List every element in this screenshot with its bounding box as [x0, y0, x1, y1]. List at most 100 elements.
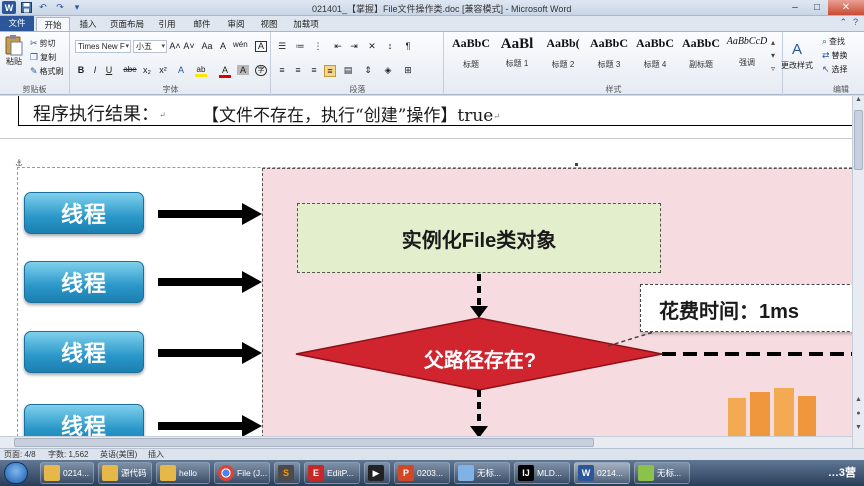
- phonetic-guide-button[interactable]: wén: [233, 40, 248, 49]
- taskbar-item-powerpoint[interactable]: P 0203...: [394, 462, 450, 484]
- page-indicator[interactable]: 页面: 4/8: [4, 449, 36, 460]
- show-marks-icon[interactable]: ¶: [402, 41, 414, 51]
- save-icon[interactable]: [19, 1, 33, 14]
- numbering-icon[interactable]: ≔: [294, 41, 306, 52]
- subscript-button[interactable]: x₂: [141, 65, 153, 75]
- language-indicator[interactable]: 英语(美国): [100, 449, 137, 460]
- tab-file[interactable]: 文件: [0, 16, 34, 31]
- style-heading-1[interactable]: AaBl 标题 1: [495, 36, 539, 76]
- tab-review[interactable]: 审阅: [220, 17, 252, 31]
- taskbar-item-editplus[interactable]: E EditP...: [304, 462, 360, 484]
- tab-mailings[interactable]: 邮件: [186, 17, 218, 31]
- maximize-button[interactable]: □: [806, 0, 828, 15]
- strikethrough-button[interactable]: abe: [121, 65, 139, 74]
- vertical-scroll-thumb[interactable]: [854, 110, 863, 170]
- help-icon[interactable]: ?: [853, 17, 858, 28]
- taskbar-item-media[interactable]: ▶: [364, 462, 390, 484]
- style-subtitle[interactable]: AaBbC 副标题: [679, 36, 723, 76]
- start-button[interactable]: [4, 462, 28, 484]
- word-app-icon[interactable]: W: [2, 1, 16, 14]
- close-button[interactable]: ✕: [828, 0, 864, 15]
- change-case-button[interactable]: Aa: [201, 41, 213, 51]
- style-heading-3[interactable]: AaBbC 标题 3: [587, 36, 631, 76]
- tab-layout[interactable]: 页面布局: [106, 17, 148, 31]
- decrease-indent-icon[interactable]: ⇤: [332, 41, 344, 52]
- select-button[interactable]: ↖ 选择: [822, 64, 848, 75]
- line-spacing-icon[interactable]: ⇕: [362, 65, 374, 76]
- highlight-button[interactable]: ab: [195, 65, 207, 77]
- taskbar-item-chrome[interactable]: File (J...: [214, 462, 270, 484]
- find-button[interactable]: ⌕ 查找: [822, 36, 845, 47]
- underline-button[interactable]: U: [103, 65, 115, 75]
- taskbar-item-source[interactable]: 源代码: [98, 462, 152, 484]
- text-effects-button[interactable]: A: [175, 65, 187, 75]
- superscript-button[interactable]: x²: [157, 65, 169, 75]
- align-center-icon[interactable]: ≡: [292, 65, 304, 75]
- minimize-ribbon-icon[interactable]: ⌃: [839, 17, 847, 28]
- undo-icon[interactable]: ↶: [36, 1, 50, 14]
- font-size-combo[interactable]: 小五: [133, 40, 167, 53]
- tab-insert[interactable]: 插入: [72, 17, 104, 31]
- paste-button[interactable]: 粘贴: [4, 34, 24, 67]
- style-emphasis[interactable]: AaBbCcD 强调: [725, 36, 769, 76]
- word-count[interactable]: 字数: 1,562: [48, 449, 88, 460]
- bullets-icon[interactable]: ☰: [276, 41, 288, 52]
- taskbar-item-paint[interactable]: 无标...: [634, 462, 690, 484]
- system-tray[interactable]: …3营: [828, 464, 856, 480]
- taskbar-item-notepad[interactable]: 无标...: [454, 462, 510, 484]
- shrink-font-button[interactable]: A˅: [183, 41, 195, 51]
- font-name-combo[interactable]: Times New F: [75, 40, 131, 53]
- char-border-button[interactable]: A: [255, 41, 267, 52]
- align-left-icon[interactable]: ≡: [276, 65, 288, 75]
- taskbar-item-hello[interactable]: hello: [156, 462, 210, 484]
- tab-addins[interactable]: 加载项: [286, 17, 326, 31]
- rotation-handle[interactable]: [575, 163, 578, 166]
- redo-icon[interactable]: ↷: [53, 1, 67, 14]
- previous-page-icon[interactable]: ▲: [853, 396, 864, 408]
- tab-references[interactable]: 引用: [150, 17, 184, 31]
- tab-home[interactable]: 开始: [36, 17, 70, 31]
- taskbar-item-sublime[interactable]: S: [274, 462, 300, 484]
- customize-qat-icon[interactable]: ▾: [70, 1, 84, 14]
- horizontal-scroll-thumb[interactable]: [14, 438, 594, 447]
- taskbar-item-intellij[interactable]: IJ MLD...: [514, 462, 570, 484]
- borders-icon[interactable]: ⊞: [402, 65, 414, 76]
- chinese-layout-icon[interactable]: ✕: [366, 41, 378, 52]
- justify-icon[interactable]: ≡: [324, 65, 336, 77]
- horizontal-scrollbar[interactable]: [0, 436, 852, 448]
- distributed-icon[interactable]: ▤: [342, 65, 354, 76]
- taskbar-item-word[interactable]: W 0214...: [574, 462, 630, 484]
- enclose-char-button[interactable]: 字: [255, 65, 267, 76]
- replace-button[interactable]: ⇄ 替换: [822, 50, 848, 61]
- minimize-button[interactable]: –: [784, 0, 806, 15]
- clear-format-button[interactable]: A: [217, 41, 229, 51]
- scissors-icon: ✂: [30, 38, 38, 48]
- cut-button[interactable]: ✂ 剪切: [30, 38, 56, 49]
- vertical-scrollbar[interactable]: ▲ ▲ ● ▼: [852, 96, 864, 448]
- browse-object-icon[interactable]: ●: [853, 410, 864, 422]
- multilevel-list-icon[interactable]: ⋮: [312, 41, 324, 52]
- document-canvas[interactable]: 程序执行结果：↵ 【文件不存在，执行“创建”操作】true↵ ⚓ 线程 线程 线…: [0, 96, 852, 436]
- grow-font-button[interactable]: A˄: [169, 41, 181, 51]
- style-heading-2[interactable]: AaBb(标题 2: [541, 36, 585, 76]
- copy-button[interactable]: ❐ 复制: [30, 52, 56, 63]
- result-value-text: 【文件不存在，执行“创建”操作】true: [202, 106, 494, 126]
- change-styles-button[interactable]: A 更改样式: [780, 38, 814, 71]
- taskbar-item-folder-0214[interactable]: 0214...: [40, 462, 94, 484]
- align-right-icon[interactable]: ≡: [308, 65, 320, 75]
- sort-icon[interactable]: ↕: [384, 41, 396, 51]
- font-color-button[interactable]: A: [219, 65, 231, 78]
- bold-button[interactable]: B: [75, 65, 87, 75]
- shading-icon[interactable]: ◈: [382, 65, 394, 76]
- style-heading-4[interactable]: AaBbC 标题 4: [633, 36, 677, 76]
- style-title[interactable]: AaBbC 标题: [449, 36, 493, 76]
- increase-indent-icon[interactable]: ⇥: [348, 41, 360, 52]
- format-painter-button[interactable]: ✎ 格式刷: [30, 66, 64, 77]
- insert-mode[interactable]: 插入: [148, 449, 164, 460]
- next-page-icon[interactable]: ▼: [853, 424, 864, 436]
- italic-button[interactable]: I: [89, 65, 101, 75]
- ribbon-tabs: 文件 开始 插入 页面布局 引用 邮件 审阅 视图 加载项 ⌃ ?: [0, 16, 864, 31]
- char-shading-button[interactable]: A: [237, 65, 249, 75]
- scroll-up-icon[interactable]: ▲: [853, 96, 864, 108]
- tab-view[interactable]: 视图: [254, 17, 284, 31]
